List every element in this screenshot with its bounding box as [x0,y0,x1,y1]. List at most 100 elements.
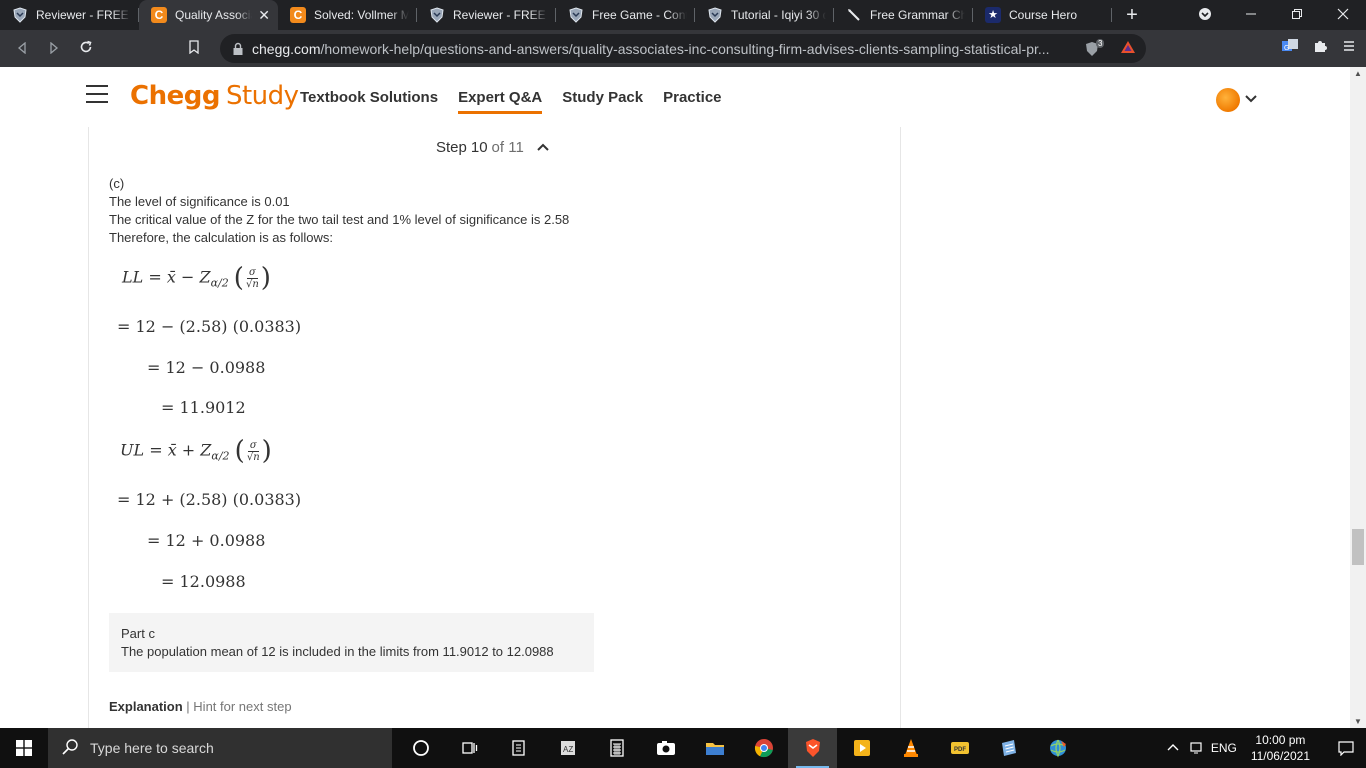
lock-icon [233,42,243,55]
close-window-icon[interactable] [1320,7,1366,23]
restore-icon[interactable] [1274,7,1320,23]
network-icon[interactable] [1189,740,1203,757]
calculator-icon[interactable] [592,728,641,768]
clock[interactable]: 10:00 pm 11/06/2021 [1251,732,1310,764]
cortana-icon[interactable] [396,728,445,768]
file-explorer-icon[interactable] [690,728,739,768]
tab-search-icon[interactable] [1182,7,1228,24]
tab-free-game[interactable]: Free Game - Contro [556,0,695,30]
nav-practice[interactable]: Practice [663,89,721,110]
scroll-down-icon[interactable]: ▼ [1354,717,1362,726]
scrollbar-thumb[interactable] [1352,529,1364,565]
new-tab-button[interactable]: + [1112,0,1152,30]
back-icon[interactable] [6,41,38,57]
tab-course-hero[interactable]: ★ Course Hero [973,0,1112,30]
tab-title: Tutorial - Iqiyi 30 d [731,8,826,22]
main-nav: Textbook Solutions Expert Q&A Study Pack… [300,89,722,114]
globe-network-icon[interactable] [1033,728,1082,768]
shield-icon [568,7,584,23]
tab-title: Quality Associates [175,8,252,22]
media-player-icon[interactable] [837,728,886,768]
summary-title: Part c [121,626,155,641]
calculation-intro: Therefore, the calculation is as follows… [109,230,333,245]
camera-icon[interactable] [641,728,690,768]
brave-browser-icon[interactable] [788,728,837,768]
shield-icon [429,7,445,23]
avatar[interactable] [1216,88,1240,112]
nav-textbook-solutions[interactable]: Textbook Solutions [300,89,438,110]
nav-expert-qa[interactable]: Expert Q&A [458,89,543,114]
chevron-up-icon[interactable] [536,139,550,156]
logo-chegg: Chegg [130,81,220,111]
tab-quality-associates[interactable]: C Quality Associates ✕ [139,0,278,30]
pen-icon [846,7,862,23]
chegg-c-icon: C [151,7,167,23]
hamburger-menu-icon[interactable] [86,85,108,103]
extension-icons: G [1282,38,1356,59]
translate-icon[interactable]: G [1282,38,1298,59]
forward-icon[interactable] [38,41,70,57]
critical-value-line: The critical value of the Z for the two … [109,212,570,227]
logo-study: Study [225,81,299,111]
ul-formula: UL = x̄ + Zα/2 (σ √n) [120,436,272,466]
windows-taskbar: Type here to search AZ PDF ENG 10:00 pm … [0,728,1366,768]
url-path: /homework-help/questions-and-answers/qua… [320,40,1050,57]
tray-expand-icon[interactable] [1167,741,1179,755]
tab-free-grammar[interactable]: Free Grammar Chec [834,0,973,30]
chevron-down-icon[interactable] [1244,91,1258,109]
dictionary-app-icon[interactable]: AZ [543,728,592,768]
shield-icon [12,7,28,23]
clock-date: 11/06/2021 [1250,749,1310,763]
pdf-app-icon[interactable]: PDF [935,728,984,768]
bookmark-icon[interactable] [188,40,200,59]
omnibox-actions: 3 [1084,38,1136,57]
reload-icon[interactable] [70,40,102,57]
tab-title: Free Grammar Chec [870,8,965,22]
explanation-hint: Hint for next step [193,699,292,714]
tab-reviewer-1[interactable]: Reviewer - FREE CH [0,0,139,30]
ll-step-2: = 12 − (2.58) (0.0383) [117,317,302,336]
significance-line: The level of significance is 0.01 [109,194,290,209]
taskbar-search[interactable]: Type here to search [48,728,392,768]
tab-title: Solved: Vollmer Ma [314,8,409,22]
brave-rewards-icon[interactable] [1120,40,1136,57]
notification-icon[interactable] [1326,740,1366,756]
notepad-icon[interactable] [984,728,1033,768]
tab-close-icon[interactable]: ✕ [258,7,270,24]
tab-tutorial-iqiyi[interactable]: Tutorial - Iqiyi 30 d [695,0,834,30]
part-summary-box: Part c The population mean of 12 is incl… [109,613,594,672]
address-bar[interactable]: chegg.com/homework-help/questions-and-an… [220,34,1146,63]
browser-tab-bar: Reviewer - FREE CH C Quality Associates … [0,0,1366,30]
task-view-icon[interactable] [445,728,494,768]
explanation-separator: | [182,699,194,714]
chrome-icon[interactable] [739,728,788,768]
chegg-study-logo[interactable]: Chegg Study [130,81,299,111]
minimize-icon[interactable] [1228,7,1274,23]
tab-solved-vollmer[interactable]: C Solved: Vollmer Ma [278,0,417,30]
step-header[interactable]: Step 10 of 11 [436,139,550,156]
page-scrollbar[interactable]: ▲ ▼ [1350,67,1366,728]
page-viewport: Chegg Study Textbook Solutions Expert Q&A… [0,67,1350,728]
tab-reviewer-2[interactable]: Reviewer - FREE CH [417,0,556,30]
menu-kebab-icon[interactable] [1342,39,1356,58]
step-body-text: (c) The level of significance is 0.01 Th… [109,175,569,247]
window-controls [1182,0,1366,30]
brave-shield-icon[interactable]: 3 [1084,38,1106,57]
vlc-icon[interactable] [886,728,935,768]
ll-formula: LL = x̄ − Zα/2 (σ √n) [122,263,271,293]
extensions-puzzle-icon[interactable] [1312,38,1328,59]
search-placeholder: Type here to search [90,740,214,756]
language-indicator[interactable]: ENG [1211,741,1237,755]
ll-step-3: = 12 − 0.0988 [147,358,266,377]
ll-result: = 11.9012 [161,398,246,417]
nav-study-pack[interactable]: Study Pack [562,89,643,110]
system-tray: ENG 10:00 pm 11/06/2021 [1167,732,1366,764]
scroll-up-icon[interactable]: ▲ [1354,69,1362,78]
tab-title: Course Hero [1009,8,1078,22]
explanation-row[interactable]: Explanation | Hint for next step [109,699,292,714]
explanation-label: Explanation [109,699,183,714]
part-label: (c) [109,176,125,191]
summary-text: The population mean of 12 is included in… [121,644,554,659]
windows-start-icon[interactable] [0,728,48,768]
notes-app-icon[interactable] [494,728,543,768]
